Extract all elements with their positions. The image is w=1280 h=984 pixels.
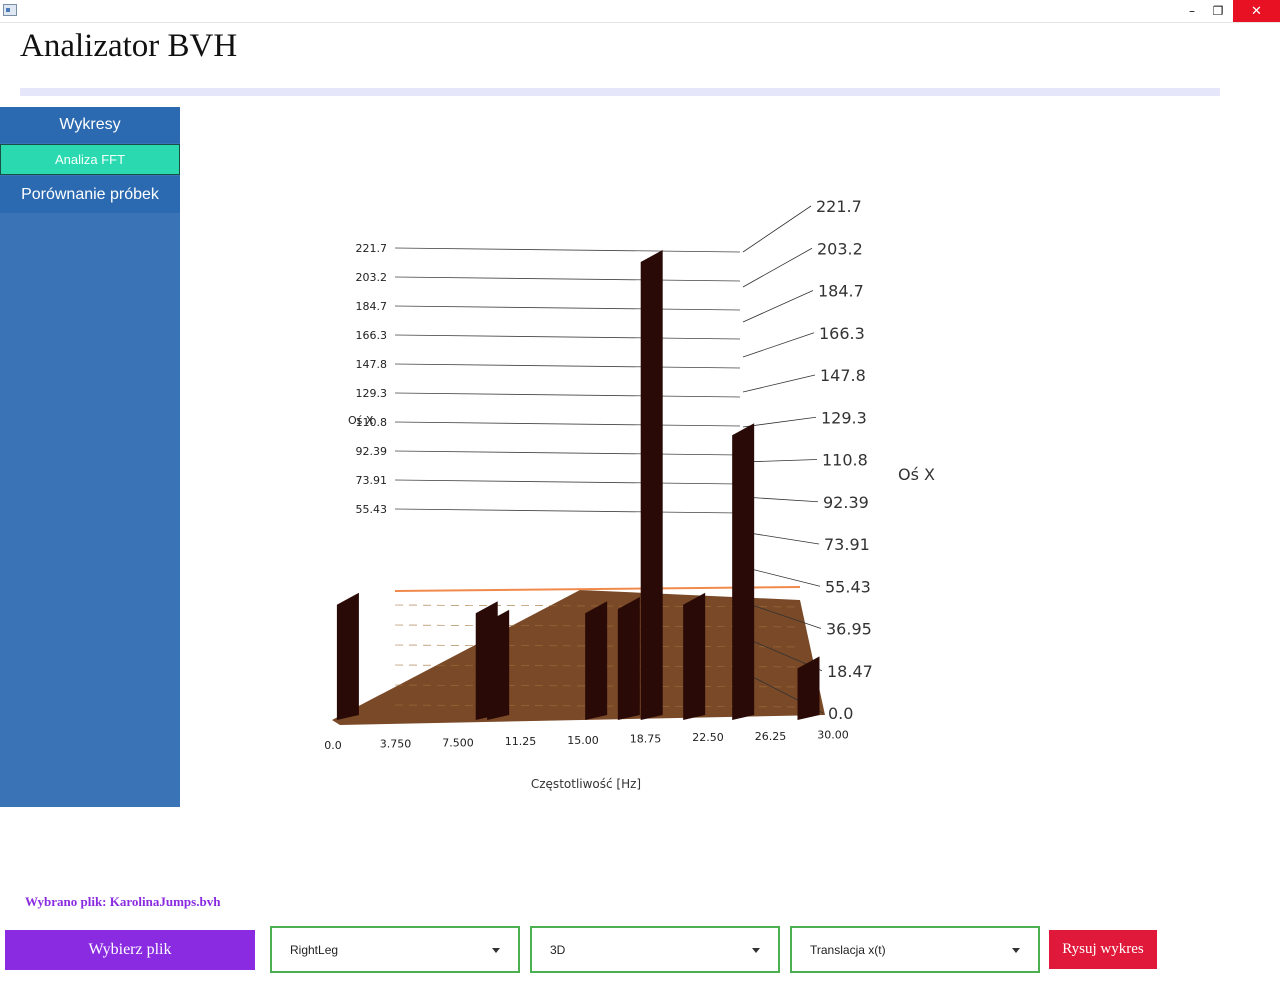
chevron-down-icon — [1012, 948, 1020, 953]
x-tick-label: 22.50 — [692, 731, 724, 744]
back-grid-line — [394, 363, 741, 369]
right-grid-line — [742, 247, 813, 288]
sidebar: Wykresy Analiza FFT Porównanie próbek — [0, 107, 180, 807]
spectrum-peak — [683, 592, 706, 720]
selected-file-label: Wybrano plik: KarolinaJumps.bvh — [25, 894, 221, 909]
right-z-tick-label: 221.7 — [816, 197, 862, 216]
back-z-tick-label: 92.39 — [356, 445, 388, 458]
motion-type-select-value: Translacja x(t) — [810, 943, 886, 957]
back-grid-line — [394, 276, 741, 282]
right-grid-line — [742, 205, 812, 253]
spectrum-peak — [585, 601, 608, 720]
spectrum-peak — [640, 250, 663, 720]
right-z-tick-label: 55.43 — [825, 577, 871, 596]
chevron-down-icon — [492, 948, 500, 953]
right-z-tick-label: 36.95 — [826, 620, 872, 639]
back-z-axis-label: Oś X — [348, 414, 374, 427]
right-z-tick-label: 92.39 — [823, 493, 869, 512]
chevron-down-icon — [752, 948, 760, 953]
x-tick-label: 30.00 — [817, 729, 849, 742]
title-divider — [20, 88, 1220, 96]
app-window-icon — [3, 4, 17, 16]
back-z-tick-label: 166.3 — [356, 329, 388, 342]
right-z-tick-label: 18.47 — [827, 662, 873, 681]
spectrum-peak — [617, 597, 640, 720]
right-grid-line — [742, 290, 814, 323]
fft-3d-chart[interactable]: 221.7 203.2 184.7 166.3 147.8 129.3 110.8 92.39… — [300, 180, 980, 820]
right-z-tick-label: 184.7 — [818, 282, 864, 301]
right-z-tick-label: 147.8 — [820, 366, 866, 385]
right-grid-line — [742, 566, 821, 587]
x-tick-label: 3.750 — [380, 738, 412, 751]
sidebar-item-fft-analysis[interactable]: Analiza FFT — [0, 144, 180, 175]
x-tick-label: 7.500 — [442, 736, 474, 749]
title-bar: – ❐ ✕ — [0, 0, 1280, 23]
right-z-tick-label: 203.2 — [817, 239, 863, 258]
close-icon[interactable]: ✕ — [1233, 0, 1280, 22]
draw-chart-button[interactable]: Rysuj wykres — [1049, 930, 1157, 969]
back-grid-line — [394, 479, 741, 485]
back-z-tick-label: 184.7 — [356, 300, 388, 313]
bone-select-value: RightLeg — [290, 943, 339, 957]
right-z-axis-label: Oś X — [898, 465, 935, 484]
sidebar-item-sample-comparison[interactable]: Porównanie próbek — [0, 176, 180, 213]
x-tick-label: 26.25 — [755, 730, 787, 743]
back-grid-line — [394, 508, 741, 514]
back-grid-line — [394, 450, 741, 456]
back-z-tick-label: 147.8 — [356, 358, 388, 371]
back-grid-line — [394, 421, 741, 427]
chart-mode-select[interactable]: 3D — [530, 926, 780, 973]
right-z-tick-label: 73.91 — [824, 535, 870, 554]
back-grid-line — [394, 305, 741, 311]
right-z-tick-label: 166.3 — [819, 324, 865, 343]
right-z-tick-label: 129.3 — [821, 408, 867, 427]
right-grid-line — [742, 531, 820, 545]
right-grid-line — [742, 496, 819, 503]
x-tick-label: 15.00 — [567, 734, 599, 747]
back-grid-line — [394, 334, 741, 340]
back-grid-line — [394, 392, 741, 398]
app-title: Analizator BVH — [20, 28, 238, 64]
spectrum-peak — [732, 423, 755, 720]
back-z-tick-label: 129.3 — [356, 387, 388, 400]
back-z-tick-label: 203.2 — [356, 271, 388, 284]
spectrum-peak — [487, 609, 510, 720]
restore-icon[interactable]: ❐ — [1203, 0, 1233, 22]
back-z-tick-label: 55.43 — [356, 503, 388, 516]
right-grid-line — [742, 332, 815, 358]
right-grid-line — [742, 374, 816, 393]
back-grid-line — [394, 247, 741, 253]
sidebar-item-charts[interactable]: Wykresy — [0, 107, 180, 143]
chart-mode-select-value: 3D — [550, 943, 566, 957]
x-tick-label: 18.75 — [630, 733, 662, 746]
x-tick-label: 0.0 — [324, 739, 342, 752]
x-tick-label: 11.25 — [505, 735, 537, 748]
back-z-tick-label: 221.7 — [356, 242, 388, 255]
choose-file-button[interactable]: Wybierz plik — [5, 930, 255, 970]
bone-select[interactable]: RightLeg — [270, 926, 520, 973]
right-z-tick-label: 0.0 — [828, 704, 853, 723]
spectrum-peak — [336, 592, 359, 720]
right-z-tick-label: 110.8 — [822, 451, 868, 470]
back-z-tick-label: 73.91 — [356, 474, 388, 487]
motion-type-select[interactable]: Translacja x(t) — [790, 926, 1040, 973]
x-axis-label: Częstotliwość [Hz] — [531, 777, 641, 791]
